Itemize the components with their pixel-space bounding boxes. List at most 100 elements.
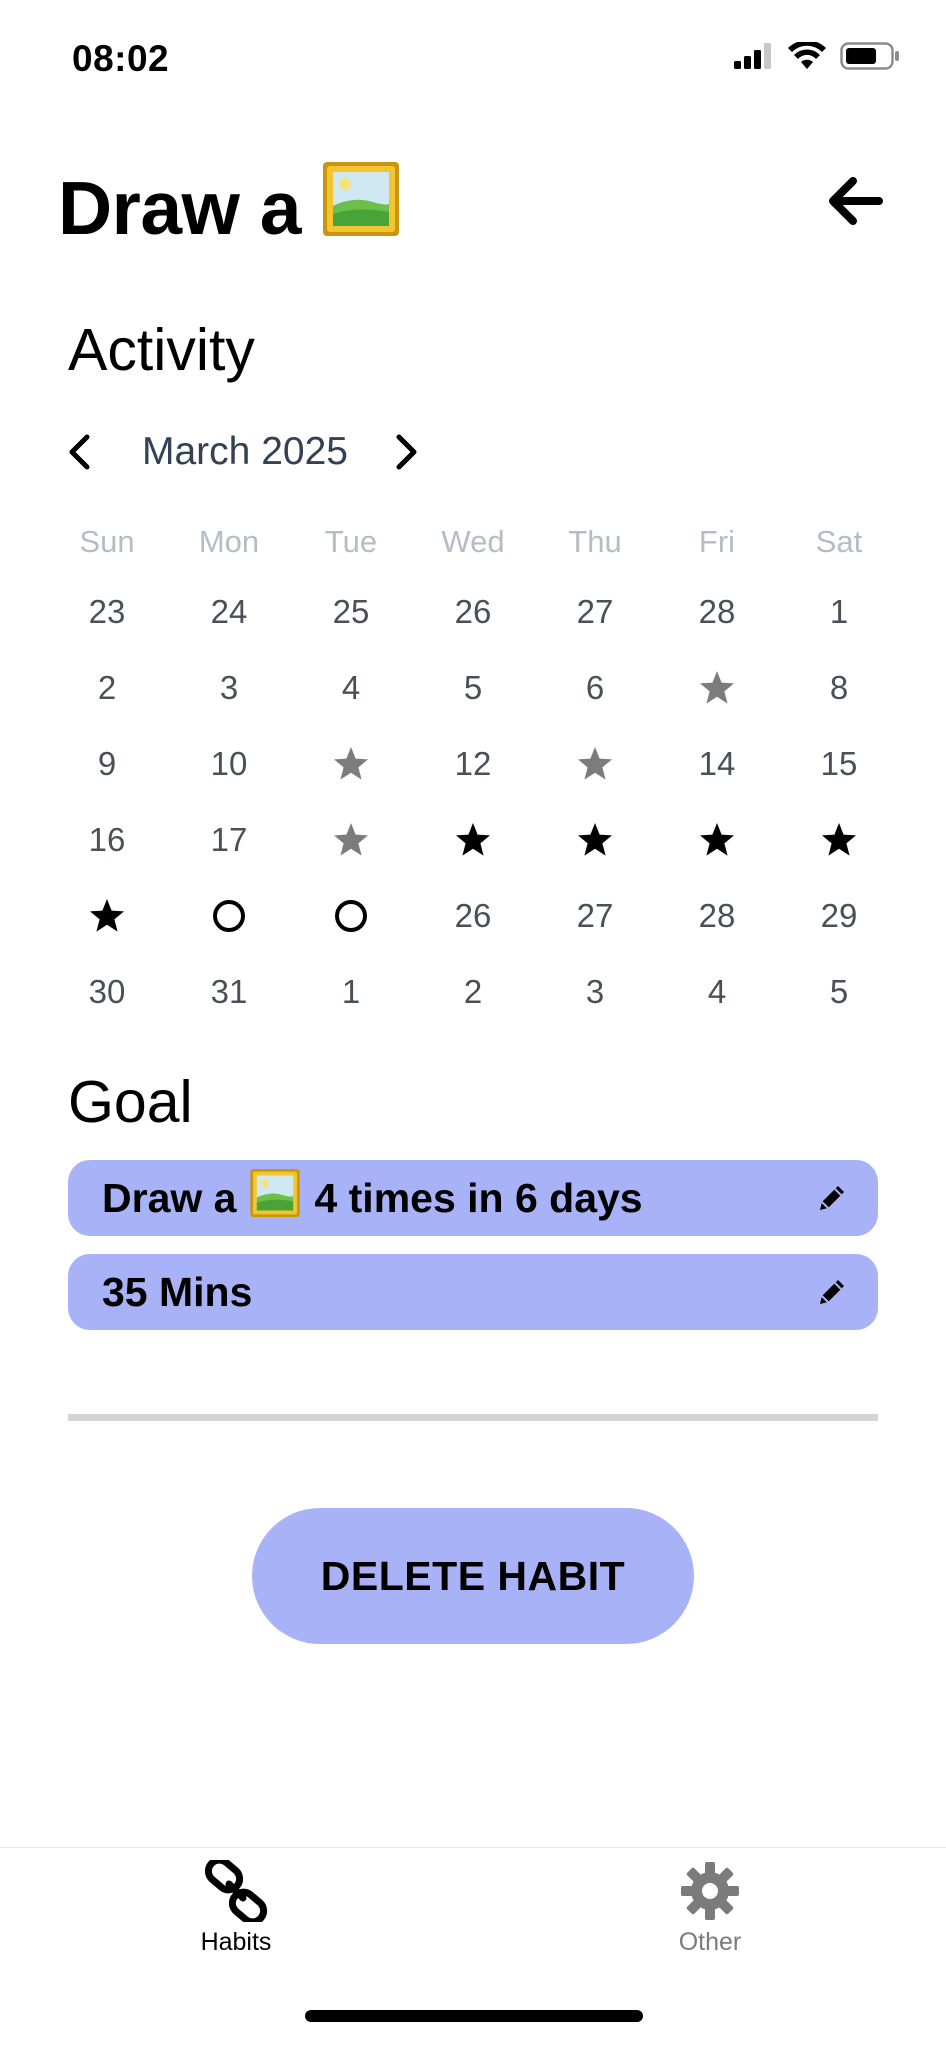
goal-frequency-text: Draw a 4 times in 6 days bbox=[102, 1169, 643, 1227]
star-icon bbox=[578, 747, 612, 780]
star-icon bbox=[700, 823, 734, 856]
wifi-icon bbox=[788, 42, 826, 69]
weekday-label: Thu bbox=[568, 524, 622, 559]
goal-frequency-item[interactable]: Draw a 4 times in 6 days bbox=[68, 1160, 878, 1236]
calendar-day-pending[interactable] bbox=[290, 878, 412, 954]
activity-heading: Activity bbox=[68, 317, 255, 383]
battery-icon bbox=[840, 42, 899, 70]
calendar-day[interactable]: 31 bbox=[168, 954, 290, 1030]
link-icon bbox=[204, 1860, 268, 1922]
prev-month-button[interactable] bbox=[62, 428, 96, 476]
star-icon bbox=[700, 671, 734, 704]
arrow-left-icon bbox=[829, 177, 883, 225]
calendar-day-partial[interactable] bbox=[290, 726, 412, 802]
calendar-day[interactable]: 16 bbox=[46, 802, 168, 878]
calendar-week-row: 9 10 12 14 15 bbox=[46, 726, 900, 802]
month-navigator: March 2025 bbox=[62, 422, 442, 482]
calendar-day[interactable]: 4 bbox=[290, 650, 412, 726]
framed-picture-icon bbox=[322, 162, 399, 253]
star-icon bbox=[822, 823, 856, 856]
weekday-label: Sat bbox=[815, 524, 863, 559]
tab-other[interactable]: Other bbox=[640, 1860, 780, 1957]
goal-frequency-prefix: Draw a bbox=[102, 1174, 237, 1221]
gear-icon bbox=[681, 1862, 739, 1920]
delete-habit-button[interactable]: DELETE HABIT bbox=[252, 1508, 694, 1644]
calendar-week-row: 16 17 bbox=[46, 802, 900, 878]
calendar-day-partial[interactable] bbox=[534, 726, 656, 802]
calendar-day[interactable]: 1 bbox=[290, 954, 412, 1030]
pencil-icon[interactable] bbox=[816, 1276, 848, 1308]
status-icons bbox=[734, 42, 900, 70]
calendar-day[interactable]: 27 bbox=[534, 878, 656, 954]
calendar-week-row: 23 24 25 26 27 28 1 bbox=[46, 574, 900, 650]
status-bar: 08:02 bbox=[0, 0, 946, 120]
page-title: Draw a bbox=[58, 162, 399, 253]
tab-habits[interactable]: Habits bbox=[166, 1860, 306, 1957]
month-label: March 2025 bbox=[142, 430, 348, 473]
calendar-day[interactable]: 17 bbox=[168, 802, 290, 878]
tab-other-label: Other bbox=[678, 1928, 742, 1956]
calendar-day[interactable]: 3 bbox=[168, 650, 290, 726]
calendar-day[interactable]: 9 bbox=[46, 726, 168, 802]
framed-picture-icon bbox=[250, 1169, 301, 1227]
divider bbox=[68, 1414, 878, 1421]
calendar-day-completed[interactable] bbox=[778, 802, 900, 878]
chevron-left-icon bbox=[69, 434, 90, 470]
calendar-day-pending[interactable] bbox=[168, 878, 290, 954]
goal-duration-text: 35 Mins bbox=[102, 1268, 253, 1315]
calendar-day[interactable]: 14 bbox=[656, 726, 778, 802]
star-icon bbox=[334, 823, 368, 856]
calendar-day-partial[interactable] bbox=[290, 802, 412, 878]
weekday-label: Wed bbox=[441, 524, 505, 559]
tab-habits-label: Habits bbox=[200, 1928, 272, 1956]
calendar-day[interactable]: 23 bbox=[46, 574, 168, 650]
calendar-day[interactable]: 2 bbox=[46, 650, 168, 726]
calendar-day[interactable]: 25 bbox=[290, 574, 412, 650]
calendar-day[interactable]: 5 bbox=[412, 650, 534, 726]
star-icon bbox=[578, 823, 612, 856]
circle-outline-icon bbox=[335, 900, 367, 932]
goal-heading: Goal bbox=[68, 1069, 193, 1135]
calendar-day-completed[interactable] bbox=[534, 802, 656, 878]
home-indicator bbox=[305, 2010, 643, 2022]
pencil-icon[interactable] bbox=[816, 1182, 848, 1214]
calendar-day[interactable]: 3 bbox=[534, 954, 656, 1030]
calendar-day[interactable]: 30 bbox=[46, 954, 168, 1030]
weekday-label: Tue bbox=[324, 524, 378, 559]
calendar-day-completed[interactable] bbox=[46, 878, 168, 954]
calendar-day[interactable]: 26 bbox=[412, 574, 534, 650]
weekday-header-row: Sun Mon Tue Wed Thu Fri Sat bbox=[46, 510, 900, 574]
calendar-day[interactable]: 5 bbox=[778, 954, 900, 1030]
calendar-day-partial[interactable] bbox=[656, 650, 778, 726]
calendar-day[interactable]: 10 bbox=[168, 726, 290, 802]
weekday-label: Sun bbox=[79, 524, 135, 559]
calendar-day[interactable]: 24 bbox=[168, 574, 290, 650]
calendar-week-row: 23456 8 bbox=[46, 650, 900, 726]
activity-calendar: Sun Mon Tue Wed Thu Fri Sat 23 24 25 26 27 28 1 2 3 4 5 6… bbox=[46, 510, 900, 1030]
goal-duration-item[interactable]: 35 Mins bbox=[68, 1254, 878, 1330]
calendar-day[interactable]: 26 bbox=[412, 878, 534, 954]
goal-frequency-suffix: 4 times in 6 days bbox=[314, 1174, 643, 1221]
calendar-day[interactable]: 2 bbox=[412, 954, 534, 1030]
next-month-button[interactable] bbox=[390, 428, 424, 476]
calendar-day[interactable]: 29 bbox=[778, 878, 900, 954]
star-icon bbox=[90, 899, 124, 932]
calendar-day-completed[interactable] bbox=[412, 802, 534, 878]
calendar-day[interactable]: 28 bbox=[656, 878, 778, 954]
calendar-day[interactable]: 8 bbox=[778, 650, 900, 726]
status-time: 08:02 bbox=[72, 38, 170, 79]
calendar-day[interactable]: 4 bbox=[656, 954, 778, 1030]
calendar-day-completed[interactable] bbox=[656, 802, 778, 878]
star-icon bbox=[334, 747, 368, 780]
signal-icon bbox=[734, 43, 771, 69]
weekday-label: Mon bbox=[198, 524, 260, 559]
calendar-day[interactable]: 15 bbox=[778, 726, 900, 802]
back-button[interactable] bbox=[820, 168, 890, 234]
calendar-day[interactable]: 1 bbox=[778, 574, 900, 650]
star-icon bbox=[456, 823, 490, 856]
calendar-day[interactable]: 6 bbox=[534, 650, 656, 726]
calendar-day[interactable]: 28 bbox=[656, 574, 778, 650]
calendar-day[interactable]: 12 bbox=[412, 726, 534, 802]
calendar-day[interactable]: 27 bbox=[534, 574, 656, 650]
circle-outline-icon bbox=[213, 900, 245, 932]
